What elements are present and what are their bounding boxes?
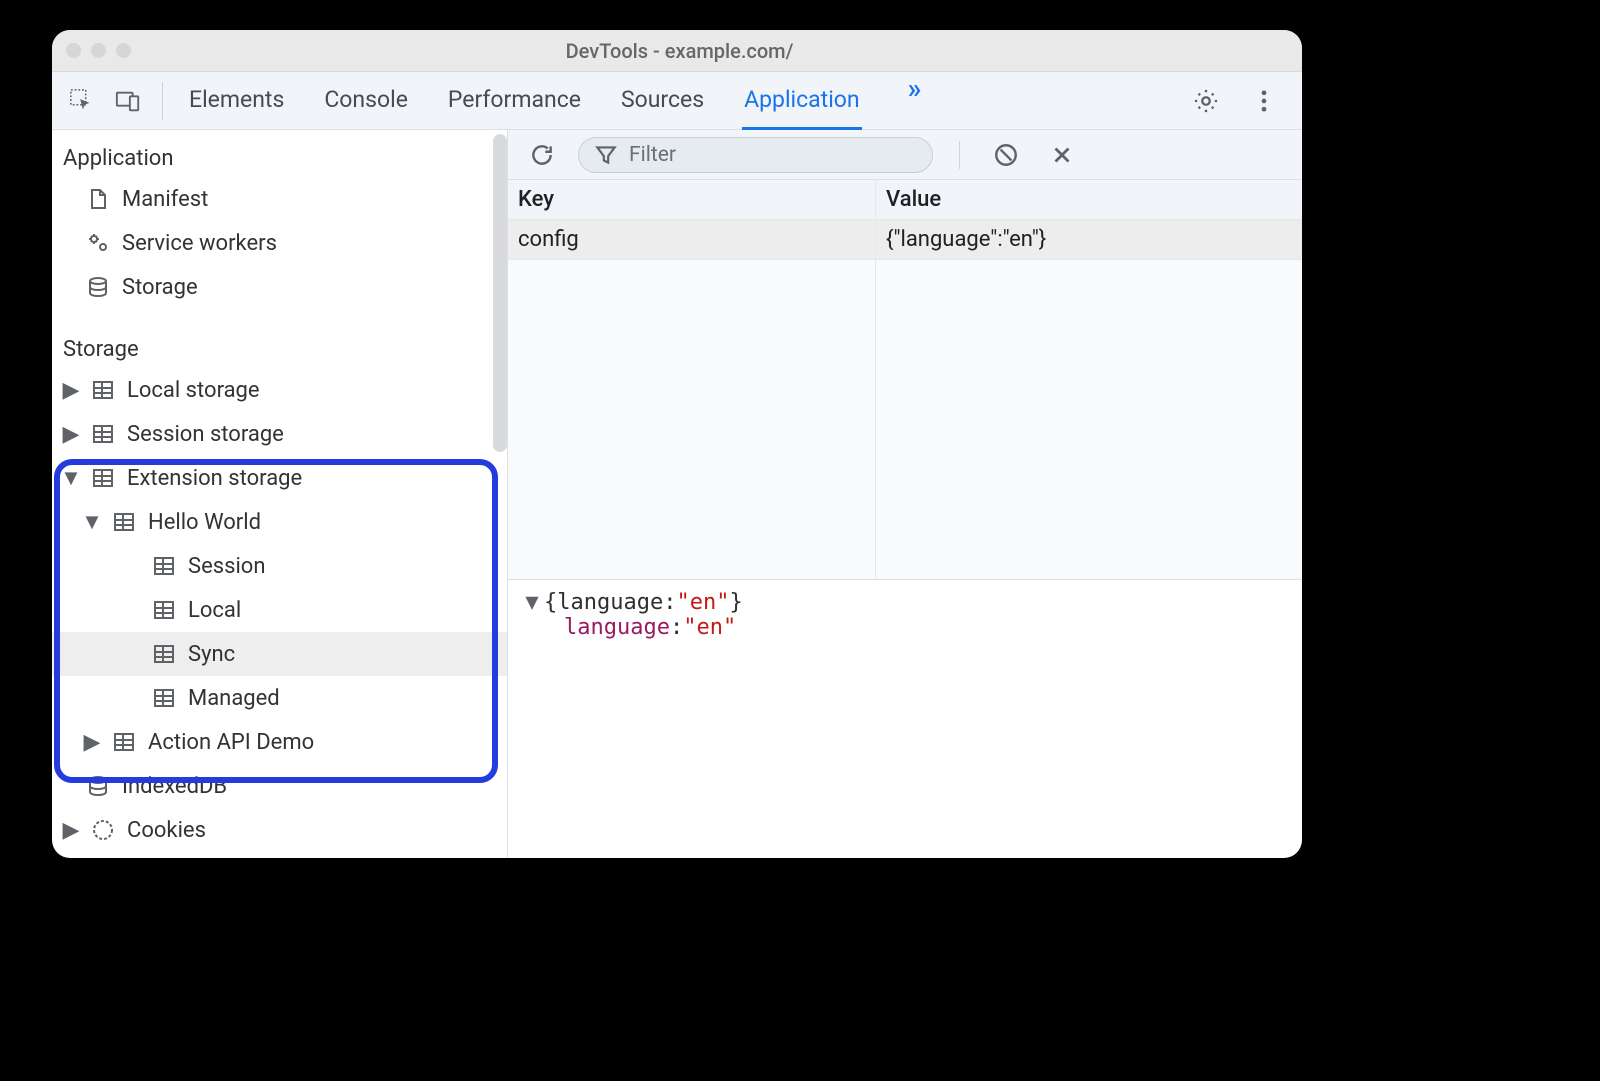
inspect-element-icon[interactable] bbox=[62, 81, 102, 121]
clear-all-icon[interactable] bbox=[986, 135, 1026, 175]
chevron-right-icon: ▶ bbox=[63, 378, 79, 403]
sidebar-item-storage[interactable]: Storage bbox=[52, 265, 507, 309]
column-value[interactable]: Value bbox=[876, 187, 1302, 212]
settings-icon[interactable] bbox=[1186, 81, 1226, 121]
sidebar-item-hw-managed[interactable]: Managed bbox=[52, 676, 507, 720]
label: Managed bbox=[188, 686, 280, 711]
sidebar-item-indexeddb[interactable]: IndexedDB bbox=[52, 764, 507, 808]
minimize-window-button[interactable] bbox=[91, 43, 106, 58]
filter-icon bbox=[593, 142, 619, 168]
label: Session bbox=[188, 554, 265, 579]
cookie-icon bbox=[89, 818, 117, 842]
chevron-right-icon: ▶ bbox=[84, 730, 100, 755]
tab-console[interactable]: Console bbox=[322, 72, 410, 129]
sidebar-item-hello-world[interactable]: ▼ Hello World bbox=[52, 500, 507, 544]
column-key[interactable]: Key bbox=[508, 180, 876, 219]
tabs-overflow-button[interactable]: » bbox=[898, 72, 932, 129]
sidebar-item-session-storage[interactable]: ▶ Session storage bbox=[52, 412, 507, 456]
filter-placeholder: Filter bbox=[629, 143, 676, 167]
sidebar-item-hw-session[interactable]: Session bbox=[52, 544, 507, 588]
sidebar-item-cookies[interactable]: ▶ Cookies bbox=[52, 808, 507, 852]
delete-entry-icon[interactable] bbox=[1042, 135, 1082, 175]
group-storage: Storage bbox=[52, 331, 507, 368]
chevron-right-icon: ▶ bbox=[63, 818, 79, 843]
grid-icon bbox=[150, 598, 178, 622]
toolbar-row: Elements Console Performance Sources App… bbox=[52, 72, 1302, 130]
label: Local storage bbox=[127, 378, 260, 403]
database-icon bbox=[84, 774, 112, 798]
scrollbar[interactable] bbox=[493, 134, 507, 452]
grid-icon bbox=[110, 730, 138, 754]
label: Sync bbox=[188, 642, 235, 667]
filter-input[interactable]: Filter bbox=[578, 137, 933, 173]
chevron-down-icon: ▼ bbox=[524, 590, 540, 615]
grid-icon bbox=[110, 510, 138, 534]
grid-icon bbox=[150, 642, 178, 666]
value-preview: ▼ {language: "en" } language : "en" bbox=[508, 580, 1302, 650]
label: Action API Demo bbox=[148, 730, 314, 755]
kebab-menu-icon[interactable] bbox=[1244, 81, 1284, 121]
preview-property[interactable]: language : "en" bbox=[564, 615, 1286, 640]
chevron-right-icon: ▶ bbox=[63, 422, 79, 447]
gears-icon bbox=[84, 231, 112, 255]
grid-icon bbox=[150, 554, 178, 578]
group-application: Application bbox=[52, 140, 507, 177]
zoom-window-button[interactable] bbox=[116, 43, 131, 58]
tab-performance[interactable]: Performance bbox=[446, 72, 583, 129]
file-icon bbox=[84, 187, 112, 211]
sidebar-item-service-workers[interactable]: Service workers bbox=[52, 221, 507, 265]
device-toolbar-icon[interactable] bbox=[108, 81, 148, 121]
sidebar-item-local-storage[interactable]: ▶ Local storage bbox=[52, 368, 507, 412]
table-header-row: Key Value bbox=[508, 180, 1302, 220]
storage-pane: Filter Key Value config {"language":"en"… bbox=[508, 130, 1302, 858]
chevron-down-icon: ▼ bbox=[84, 509, 100, 535]
panel-tabs: Elements Console Performance Sources App… bbox=[173, 72, 1186, 129]
close-window-button[interactable] bbox=[66, 43, 81, 58]
window-title: DevTools - example.com/ bbox=[131, 39, 1228, 63]
storage-table: Key Value config {"language":"en"} bbox=[508, 180, 1302, 580]
tab-elements[interactable]: Elements bbox=[187, 72, 286, 129]
sidebar-item-hw-sync[interactable]: Sync bbox=[52, 632, 507, 676]
label: Manifest bbox=[122, 187, 208, 212]
refresh-icon[interactable] bbox=[522, 135, 562, 175]
storage-toolbar: Filter bbox=[508, 130, 1302, 180]
devtools-window: DevTools - example.com/ Elements Console bbox=[52, 30, 1302, 858]
traffic-lights bbox=[66, 43, 131, 58]
table-row[interactable]: config {"language":"en"} bbox=[508, 220, 1302, 260]
grid-icon bbox=[89, 422, 117, 446]
label: Storage bbox=[122, 275, 198, 300]
grid-icon bbox=[89, 466, 117, 490]
tab-application[interactable]: Application bbox=[742, 72, 862, 130]
tab-sources[interactable]: Sources bbox=[619, 72, 706, 129]
application-sidebar: Application Manifest Service workers Sto… bbox=[52, 130, 508, 858]
sidebar-item-extension-storage[interactable]: ▼ Extension storage bbox=[52, 456, 507, 500]
sidebar-item-manifest[interactable]: Manifest bbox=[52, 177, 507, 221]
label: Local bbox=[188, 598, 241, 623]
sidebar-item-hw-local[interactable]: Local bbox=[52, 588, 507, 632]
titlebar: DevTools - example.com/ bbox=[52, 30, 1302, 72]
label: IndexedDB bbox=[122, 774, 227, 799]
label: Extension storage bbox=[127, 466, 302, 491]
label: Session storage bbox=[127, 422, 284, 447]
chevron-down-icon: ▼ bbox=[63, 465, 79, 491]
grid-icon bbox=[150, 686, 178, 710]
sidebar-item-action-api-demo[interactable]: ▶ Action API Demo bbox=[52, 720, 507, 764]
label: Cookies bbox=[127, 818, 206, 843]
label: Service workers bbox=[122, 231, 277, 256]
label: Hello World bbox=[148, 510, 261, 535]
cell-value: {"language":"en"} bbox=[876, 227, 1302, 252]
grid-icon bbox=[89, 378, 117, 402]
preview-summary[interactable]: ▼ {language: "en" } bbox=[524, 590, 1286, 615]
cell-key: config bbox=[508, 220, 876, 259]
database-icon bbox=[84, 275, 112, 299]
